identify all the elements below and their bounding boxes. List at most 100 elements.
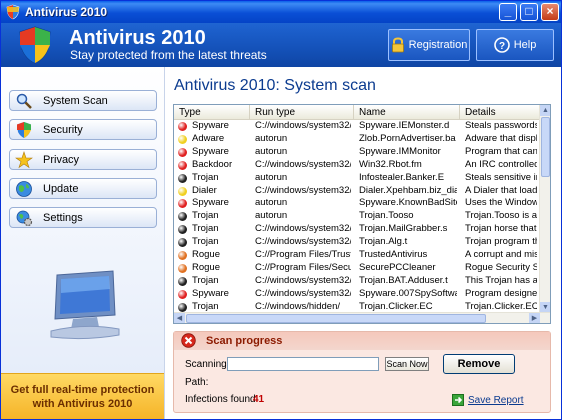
cell-details: Program that can be (465, 145, 537, 157)
scroll-thumb[interactable] (541, 117, 550, 177)
scroll-right-icon[interactable]: ▶ (529, 313, 540, 323)
star-icon (15, 150, 33, 168)
cell-run: autorun (255, 145, 288, 157)
cell-details: Rogue Security Softv (465, 261, 537, 273)
threat-level-icon (178, 186, 187, 196)
horizontal-scrollbar[interactable]: ◀ ▶ (174, 312, 550, 323)
scanning-label: Scanning: (185, 359, 230, 370)
maximize-button[interactable]: □ (520, 3, 538, 21)
cell-run: C://Program Files/Secur... (255, 261, 351, 273)
vertical-scrollbar[interactable]: ▲ ▼ (539, 105, 550, 313)
table-row[interactable]: Trojan autorun Infostealer.Banker.E Steals … (174, 172, 540, 185)
cell-name: Trojan.BAT.Adduser.t (359, 274, 448, 286)
column-header-details[interactable]: Details (460, 105, 540, 120)
sidebar-item-settings[interactable]: Settings (9, 207, 157, 228)
table-row[interactable]: Spyware autorun Spyware.KnownBadSites Uses … (174, 197, 540, 210)
column-header-run-type[interactable]: Run type (250, 105, 354, 120)
threat-level-icon (178, 238, 187, 248)
cell-type: Rogue (192, 249, 220, 260)
column-header-type[interactable]: Type (174, 105, 250, 120)
infections-count: 41 (253, 394, 265, 405)
threat-level-icon (178, 302, 187, 312)
table-row[interactable]: Trojan C://windows/system32/... Trojan.Mai… (174, 223, 540, 236)
threat-level-icon (178, 147, 187, 157)
sidebar-item-privacy[interactable]: Privacy (9, 149, 157, 170)
sidebar-item-system-scan[interactable]: System Scan (9, 90, 157, 111)
cell-run: C://windows/system32/... (255, 223, 351, 235)
cell-name: Zlob.PornAdvertiser.ba (359, 132, 456, 144)
registration-label: Registration (408, 39, 468, 51)
threat-list[interactable]: Type Run type Name Details Spyware C://wi… (173, 104, 551, 324)
scanning-field[interactable] (227, 357, 379, 371)
sidebar-item-security[interactable]: Security (9, 119, 157, 140)
table-row[interactable]: Spyware autorun Spyware.IMMonitor Program t… (174, 146, 540, 159)
app-window: Antivirus 2010 _ □ × Antivirus 2010 Stay… (0, 0, 562, 420)
remove-button[interactable]: Remove (443, 354, 515, 374)
cell-type: Trojan (192, 236, 219, 248)
cell-details: Program designed to (465, 287, 537, 299)
table-row[interactable]: Trojan C://windows/system32/Trojan.BAT.Ad… (174, 275, 540, 288)
table-row[interactable]: Dialer C://windows/system32/... Dialer.Xpe… (174, 185, 540, 198)
cell-details: Steals sensitive infor (465, 171, 537, 183)
cell-type: Adware (192, 132, 225, 144)
question-icon: ? (493, 37, 510, 53)
scroll-left-icon[interactable]: ◀ (174, 313, 185, 323)
shield-icon (17, 121, 31, 138)
cell-type: Dialer (192, 184, 217, 196)
threat-level-icon (178, 173, 187, 183)
threat-level-icon (178, 212, 187, 222)
shield-icon (6, 4, 20, 20)
shield-logo-icon (19, 26, 51, 64)
sidebar-item-label: Settings (43, 211, 83, 224)
threat-level-icon (178, 134, 187, 144)
cell-run: autorun (255, 210, 288, 222)
registration-button[interactable]: Registration (388, 29, 470, 61)
cell-type: Spyware (192, 145, 229, 157)
error-icon (181, 333, 196, 348)
table-row[interactable]: Rogue C://Program Files/Trust... TrustedAn… (174, 249, 540, 262)
cell-run: C://Program Files/Trust... (255, 249, 351, 260)
cell-details: Adware that displays (465, 132, 537, 144)
cell-name: Trojan.MailGrabber.s (359, 223, 448, 235)
help-button[interactable]: ? Help (476, 29, 554, 61)
cell-details: Steals passwords fro (465, 120, 537, 131)
table-row[interactable]: Rogue C://Program Files/Secur... SecurePCC… (174, 262, 540, 275)
cell-name: Trojan.Alg.t (359, 236, 408, 248)
padlock-icon (391, 37, 404, 53)
scroll-thumb[interactable] (186, 314, 486, 323)
table-row[interactable]: Spyware C://windows/system32/i... Spyware.… (174, 120, 540, 133)
save-report-link[interactable]: Save Report (452, 394, 524, 406)
threat-level-icon (178, 289, 187, 299)
cell-run: C://windows/system32/... (255, 158, 351, 170)
cell-details: This Trojan has a ma (465, 274, 537, 286)
scan-progress-panel: Scan progress Scanning: Scan Now Remove … (173, 331, 551, 413)
cell-type: Spyware (192, 197, 229, 209)
get-protection-banner[interactable]: Get full real-time protection with Antiv… (1, 373, 164, 419)
threat-level-icon (178, 225, 187, 235)
scroll-up-icon[interactable]: ▲ (540, 105, 550, 116)
sidebar-item-label: Security (43, 123, 83, 136)
table-row[interactable]: Spyware C://windows/system32/Spyware.007S… (174, 288, 540, 301)
app-tagline: Stay protected from the latest threats (70, 48, 267, 62)
cell-run: autorun (255, 171, 288, 183)
title-bar[interactable]: Antivirus 2010 _ □ × (1, 1, 561, 23)
sidebar-item-label: System Scan (43, 94, 108, 107)
cell-details: Uses the Windows h (465, 197, 537, 209)
close-button[interactable]: × (541, 3, 559, 21)
cell-name: Spyware.IEMonster.d (359, 120, 450, 131)
svg-text:?: ? (499, 41, 505, 52)
sidebar-item-update[interactable]: Update (9, 178, 157, 199)
cell-name: SecurePCCleaner (359, 261, 436, 273)
save-report-label: Save Report (468, 394, 524, 406)
sidebar-item-label: Privacy (43, 153, 80, 166)
table-row[interactable]: Trojan C://windows/system32/... Trojan.Alg… (174, 236, 540, 249)
table-row[interactable]: Backdoor C://windows/system32/... Win32.Rb… (174, 159, 540, 172)
scan-progress-title: Scan progress (206, 335, 283, 347)
minimize-button[interactable]: _ (499, 3, 517, 21)
gear-globe-icon (16, 210, 33, 226)
scan-now-button[interactable]: Scan Now (385, 357, 429, 371)
table-row[interactable]: Adware autorun Zlob.PornAdvertiser.ba Adwar… (174, 133, 540, 146)
table-row[interactable]: Trojan autorun Trojan.Tooso Trojan.Tooso is… (174, 210, 540, 223)
column-header-name[interactable]: Name (354, 105, 460, 120)
help-label: Help (513, 39, 537, 51)
